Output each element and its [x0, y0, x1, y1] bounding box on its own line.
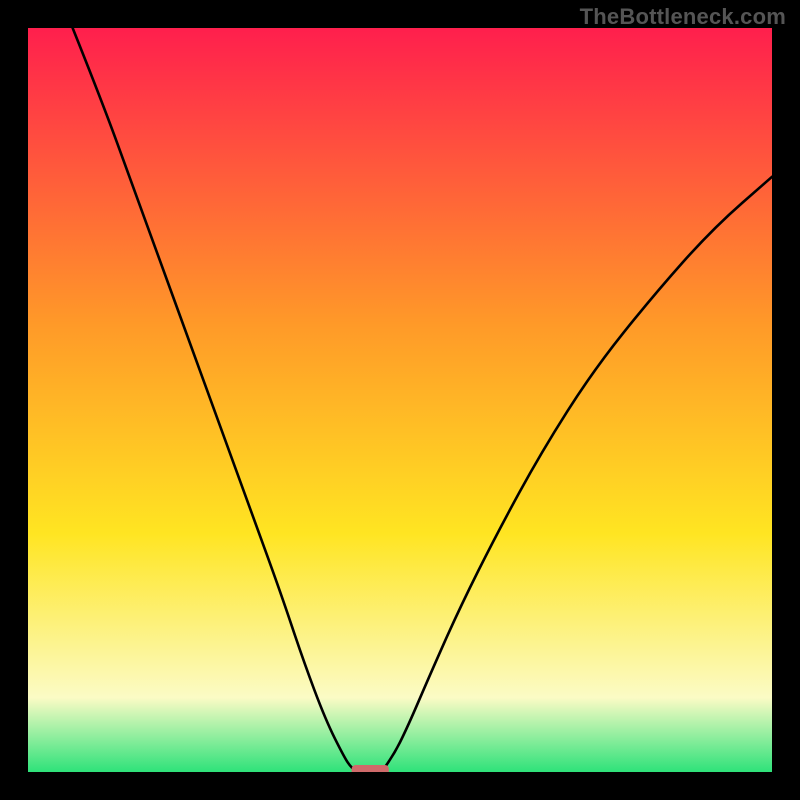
chart-root: TheBottleneck.com — [0, 0, 800, 800]
min-marker — [352, 765, 389, 772]
watermark-text: TheBottleneck.com — [580, 4, 786, 30]
plot-area — [28, 28, 772, 772]
chart-svg — [28, 28, 772, 772]
gradient-background — [28, 28, 772, 772]
